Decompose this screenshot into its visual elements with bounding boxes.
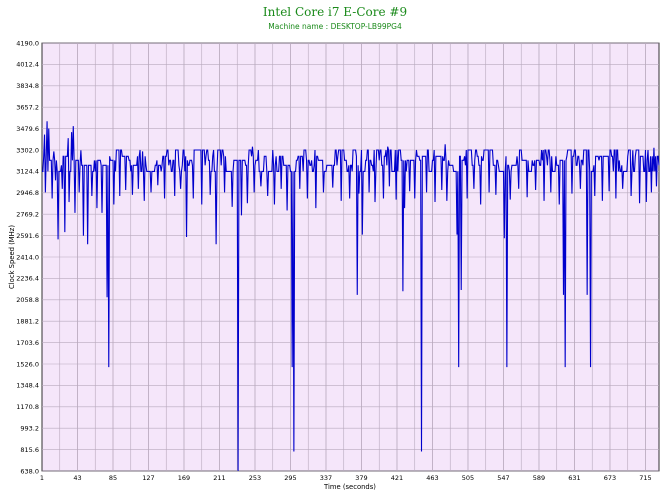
y-tick-label: 638.0 (20, 467, 39, 475)
y-tick-label: 4190.0 (16, 39, 39, 47)
x-tick-label: 1 (40, 474, 44, 482)
x-tick-label: 631 (568, 474, 580, 482)
x-axis-label: Time (seconds) (323, 483, 376, 491)
y-tick-label: 1348.4 (16, 382, 39, 390)
y-tick-label: 3834.8 (16, 82, 39, 90)
y-axis-label: Clock Speed (MHz) (8, 225, 16, 289)
y-tick-label: 1881.2 (16, 318, 39, 326)
x-tick-label: 673 (604, 474, 616, 482)
y-tick-label: 1703.6 (16, 339, 39, 347)
x-tick-label: 337 (320, 474, 332, 482)
y-tick-label: 4012.4 (16, 61, 39, 69)
y-tick-label: 3657.2 (16, 104, 39, 112)
y-tick-label: 3479.6 (16, 125, 39, 133)
x-tick-label: 169 (178, 474, 190, 482)
y-axis-ticks: 638.0 815.6 993.2 1170.8 1348.4 1526.0 1703.6 1… (16, 39, 39, 475)
y-tick-label: 1170.8 (16, 403, 39, 411)
x-tick-label: 715 (639, 474, 651, 482)
chart-subtitle: Machine name : DESKTOP-LB99PG4 (268, 22, 402, 31)
x-tick-label: 589 (533, 474, 545, 482)
x-tick-label: 463 (426, 474, 438, 482)
y-tick-label: 815.6 (20, 446, 39, 454)
x-tick-label: 505 (462, 474, 474, 482)
x-tick-label: 85 (109, 474, 117, 482)
x-tick-label: 421 (391, 474, 403, 482)
x-tick-label: 253 (249, 474, 261, 482)
chart: Intel Core i7 E-Core #9 Machine name : D… (8, 5, 660, 491)
y-tick-label: 2769.2 (16, 211, 39, 219)
x-tick-label: 547 (497, 474, 509, 482)
x-tick-label: 211 (213, 474, 225, 482)
y-tick-label: 2414.0 (16, 253, 39, 261)
chart-title: Intel Core i7 E-Core #9 (263, 5, 407, 19)
x-tick-label: 379 (355, 474, 367, 482)
y-tick-label: 3124.4 (16, 168, 39, 176)
x-axis-ticks: 1 43 85 127 169 211 253 295 337 379 421 463 505 547 58… (40, 474, 652, 482)
gridlines (42, 42, 659, 472)
y-tick-label: 2058.8 (16, 296, 39, 304)
y-tick-label: 2591.6 (16, 232, 39, 240)
y-tick-label: 1526.0 (16, 360, 39, 368)
y-tick-label: 2946.8 (16, 189, 39, 197)
x-tick-label: 127 (142, 474, 154, 482)
x-tick-label: 295 (284, 474, 296, 482)
x-tick-label: 43 (73, 474, 81, 482)
y-tick-label: 2236.4 (16, 275, 39, 283)
y-tick-label: 3302.0 (16, 146, 39, 154)
y-tick-label: 993.2 (20, 425, 39, 433)
